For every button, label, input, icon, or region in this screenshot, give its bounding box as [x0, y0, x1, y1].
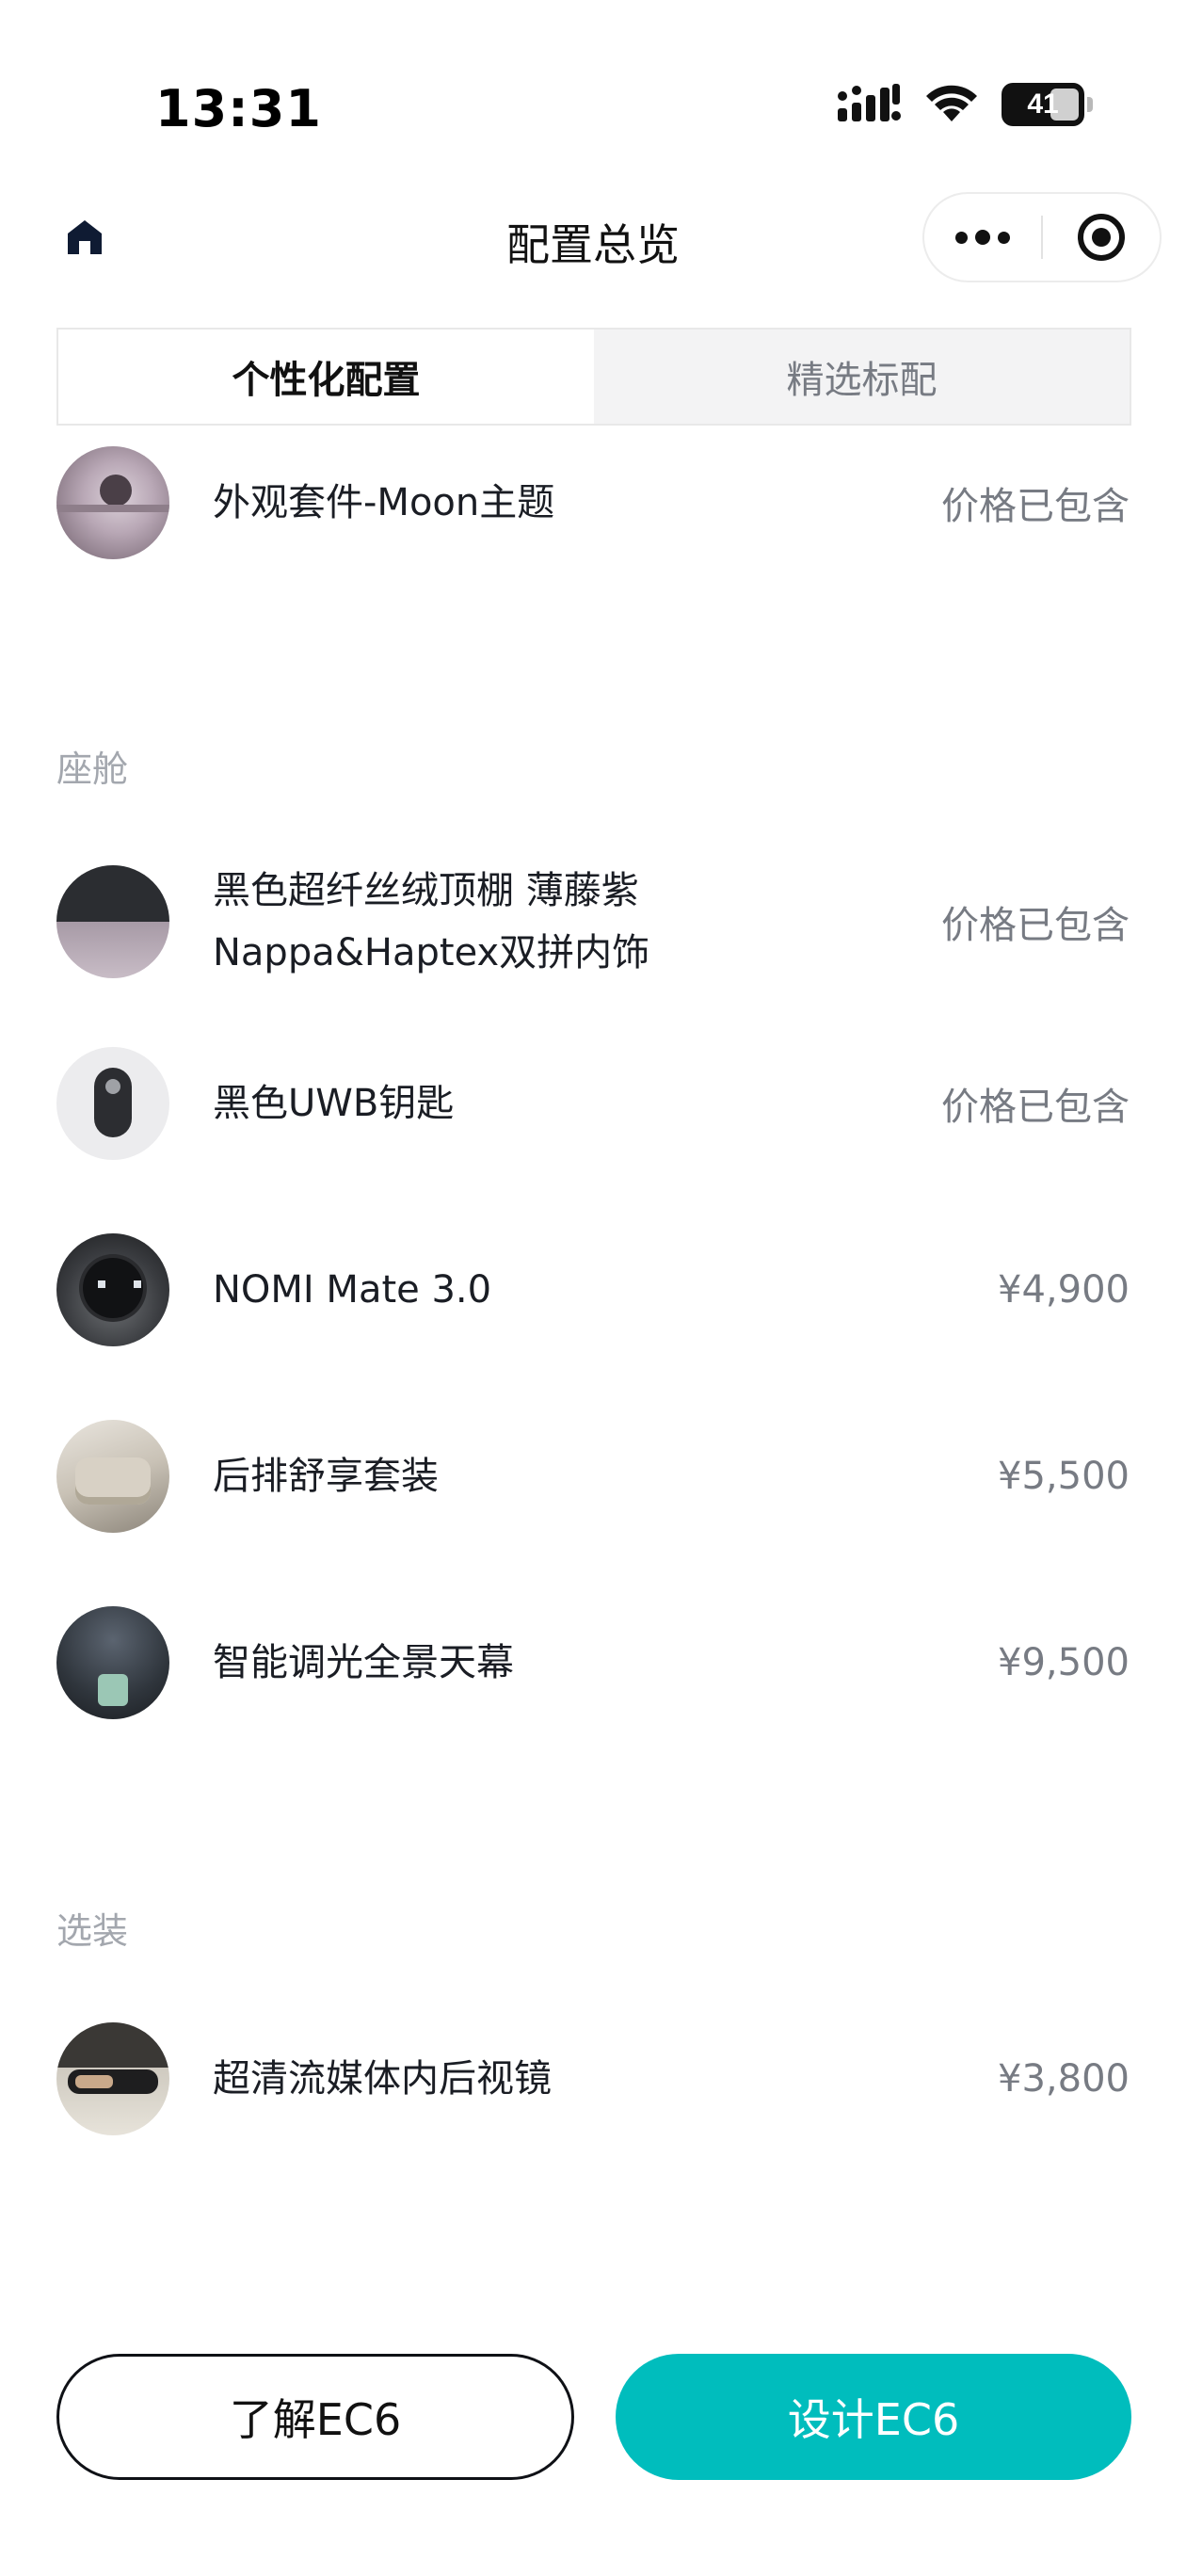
item-thumbnail [56, 1420, 169, 1533]
status-bar: 13:31 41 [0, 0, 1186, 188]
item-price: 价格已包含 [941, 1086, 1130, 1129]
item-thumbnail [56, 2022, 169, 2135]
status-icons: 41 [838, 83, 1093, 126]
item-name: 超清流媒体内后视镜 [213, 2057, 552, 2101]
list-item: NOMI Mate 3.0 ¥4,900 [56, 1233, 1130, 1346]
item-price: 价格已包含 [941, 904, 1130, 947]
list-item: 智能调光全景天幕 ¥9,500 [56, 1606, 1130, 1719]
list-item: 后排舒享套装 ¥5,500 [56, 1420, 1130, 1533]
item-name: 智能调光全景天幕 [213, 1641, 514, 1684]
item-thumbnail [56, 865, 169, 978]
close-miniprogram-button[interactable] [1043, 194, 1160, 281]
item-name: 黑色超纤丝绒顶棚 薄藤紫 Nappa&Haptex双拼内饰 [213, 860, 941, 984]
section-title-optional: 选装 [56, 1910, 129, 1952]
list-item: 超清流媒体内后视镜 ¥3,800 [56, 2022, 1130, 2135]
item-price: ¥5,500 [998, 1455, 1130, 1498]
learn-ec6-button[interactable]: 了解EC6 [56, 2354, 574, 2480]
list-item: 黑色UWB钥匙 价格已包含 [56, 1047, 1130, 1160]
wifi-icon [926, 85, 977, 121]
item-price: ¥3,800 [998, 2057, 1130, 2101]
item-thumbnail [56, 446, 169, 559]
item-name-line1: 黑色超纤丝绒顶棚 薄藤紫 [213, 869, 639, 912]
more-button[interactable] [924, 194, 1041, 281]
item-price: 价格已包含 [941, 485, 1130, 528]
design-ec6-button[interactable]: 设计EC6 [616, 2354, 1131, 2480]
status-time: 13:31 [155, 79, 322, 138]
tab-personalized[interactable]: 个性化配置 [58, 330, 594, 424]
target-icon [1077, 214, 1125, 261]
list-item: 黑色超纤丝绒顶棚 薄藤紫 Nappa&Haptex双拼内饰 价格已包含 [56, 860, 1130, 984]
item-name: 外观套件-Moon主题 [213, 481, 555, 524]
battery-icon: 41 [1002, 83, 1093, 126]
miniprogram-capsule [922, 192, 1162, 282]
item-thumbnail [56, 1606, 169, 1719]
item-name-line2: Nappa&Haptex双拼内饰 [213, 931, 650, 974]
tab-standard[interactable]: 精选标配 [594, 330, 1130, 424]
signal-icon [838, 84, 901, 121]
nav-bar: 配置总览 [0, 188, 1186, 292]
list-item: 外观套件-Moon主题 价格已包含 [56, 446, 1130, 559]
item-thumbnail [56, 1047, 169, 1160]
item-price: ¥4,900 [998, 1268, 1130, 1312]
item-price: ¥9,500 [998, 1641, 1130, 1684]
section-title-cabin: 座舱 [56, 749, 129, 790]
battery-level: 41 [1027, 89, 1059, 120]
item-name: NOMI Mate 3.0 [213, 1268, 492, 1312]
item-name: 黑色UWB钥匙 [213, 1082, 455, 1125]
item-name: 后排舒享套装 [213, 1455, 439, 1498]
config-tabs: 个性化配置 精选标配 [56, 328, 1131, 426]
item-thumbnail [56, 1233, 169, 1346]
